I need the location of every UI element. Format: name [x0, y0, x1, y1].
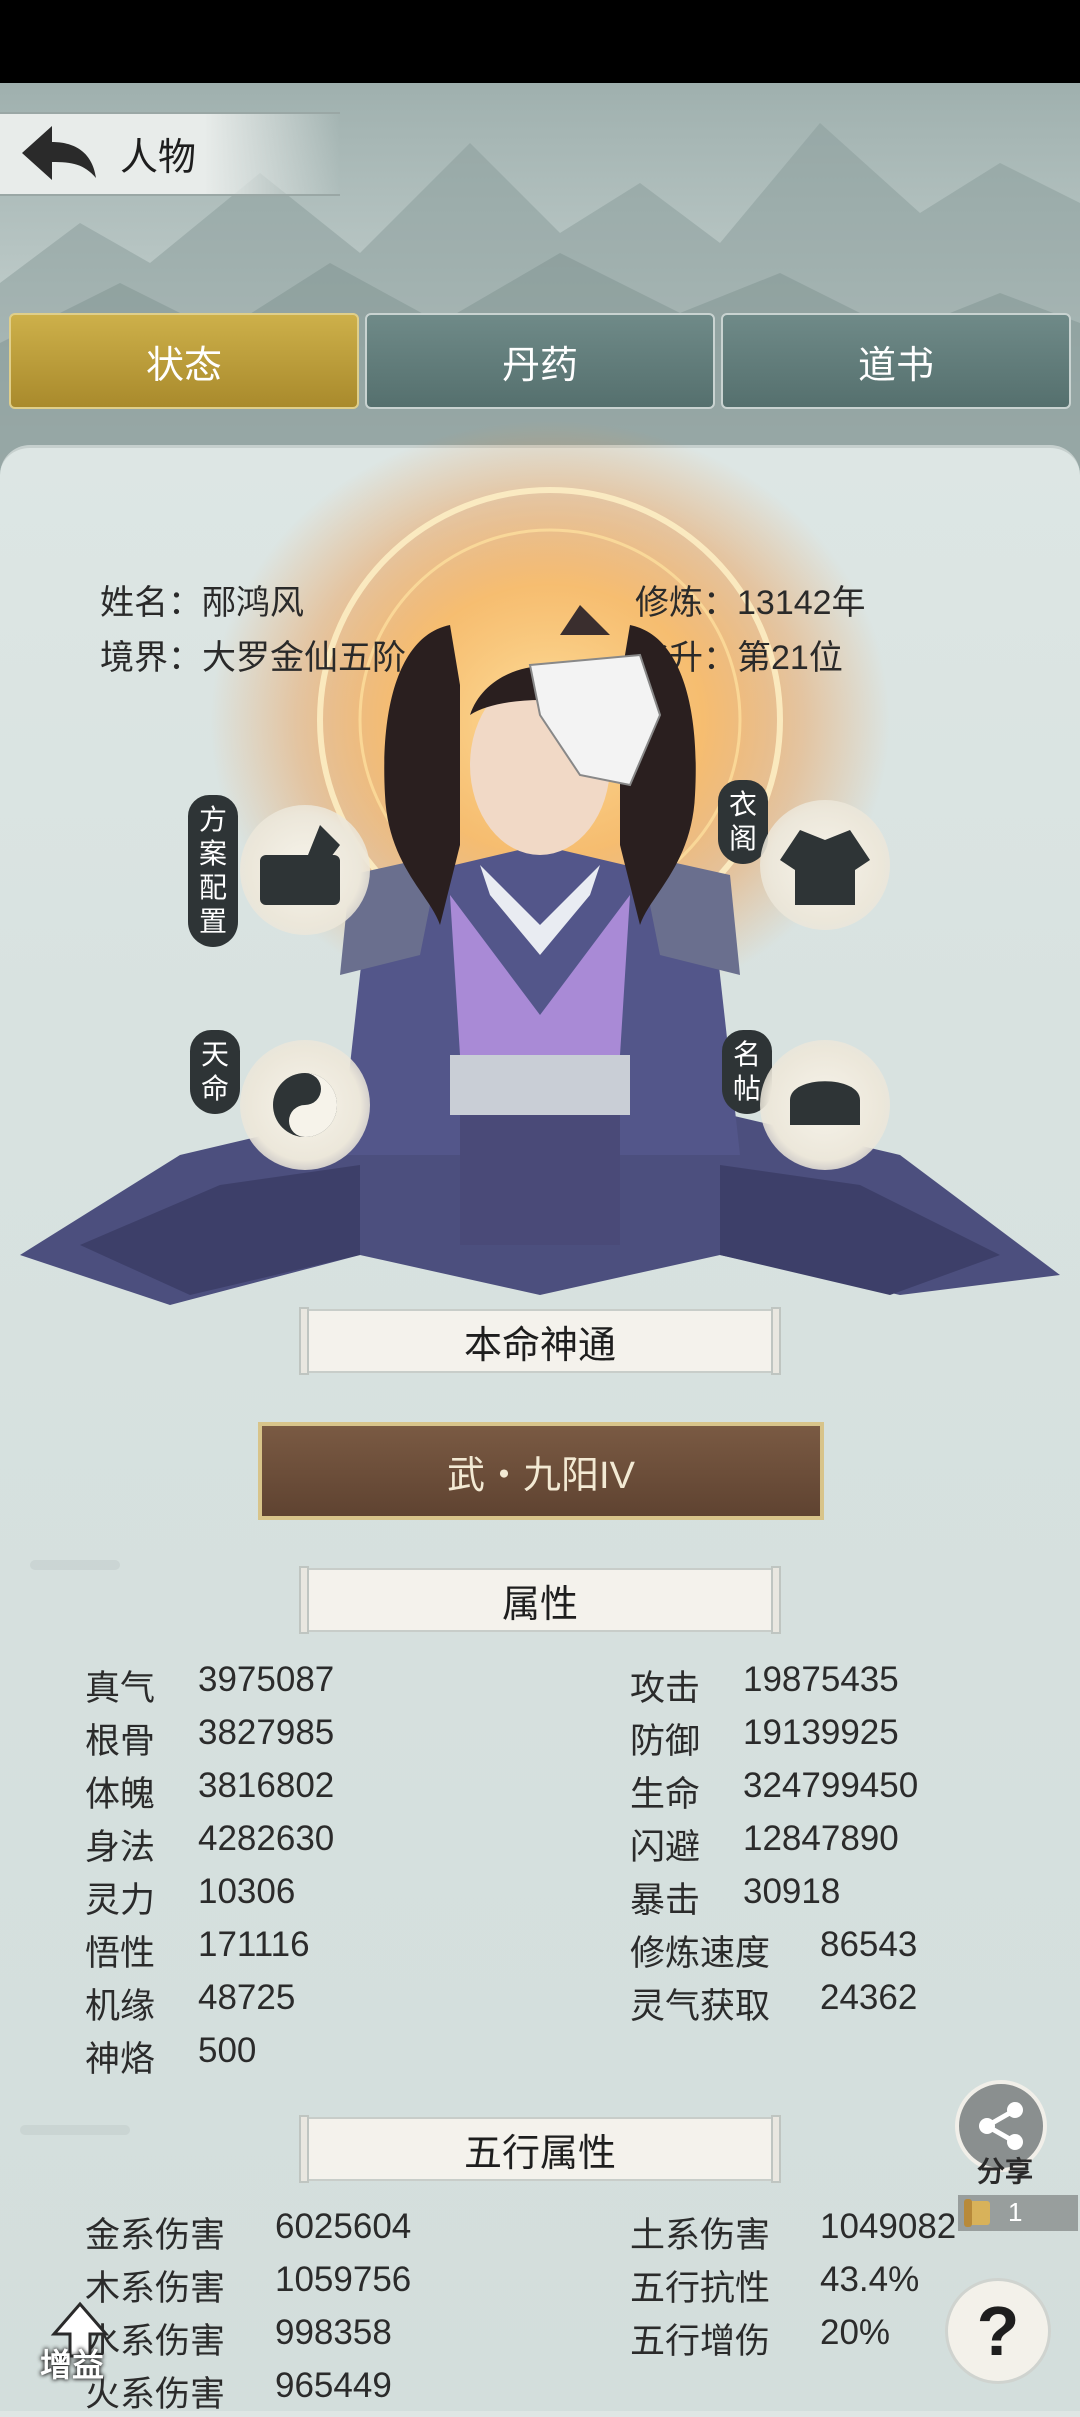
attr-value: 3975087 — [198, 1660, 335, 1699]
attr-value: 10306 — [198, 1872, 296, 1911]
fate-tag[interactable]: 天命 — [190, 1030, 240, 1114]
back-button[interactable] — [12, 118, 102, 188]
plan-config-button[interactable] — [240, 805, 370, 935]
scroll-count: 1 — [1008, 2197, 1023, 2227]
attr-value: 48725 — [198, 1978, 296, 2017]
cloud-ornament — [30, 1560, 120, 1570]
element-label: 五行增伤 — [630, 2322, 771, 2361]
status-bar — [0, 0, 1080, 83]
element-label: 金系伤害 — [85, 2216, 226, 2255]
attr-value: 19139925 — [743, 1713, 899, 1752]
attr-label: 修炼速度 — [630, 1934, 771, 1973]
element-value: 6025604 — [275, 2207, 412, 2246]
attr-label: 闪避 — [630, 1828, 701, 1867]
element-value: 1049082 — [820, 2207, 957, 2246]
attr-value: 19875435 — [743, 1660, 899, 1699]
attr-value: 3816802 — [198, 1766, 335, 1805]
attr-label: 防御 — [630, 1722, 701, 1761]
natal-skill-plate[interactable]: 武・九阳IV — [258, 1422, 824, 1520]
wardrobe-button[interactable] — [760, 800, 890, 930]
element-value: 998358 — [275, 2313, 392, 2352]
attr-label: 机缘 — [85, 1987, 156, 2026]
tab-status[interactable]: 状态 — [9, 313, 359, 409]
attr-label: 暴击 — [630, 1881, 701, 1920]
element-value: 43.4% — [820, 2260, 920, 2299]
attr-label: 根骨 — [85, 1722, 156, 1761]
attr-label: 悟性 — [85, 1934, 156, 1973]
attr-value: 171116 — [198, 1925, 310, 1964]
fate-button[interactable] — [240, 1040, 370, 1170]
element-value: 965449 — [275, 2366, 392, 2405]
attr-label: 攻击 — [630, 1669, 701, 1708]
attr-value: 24362 — [820, 1978, 918, 2017]
robe-icon — [780, 830, 870, 905]
help-button[interactable]: ? — [945, 2278, 1051, 2384]
attr-value: 500 — [198, 2031, 257, 2070]
scroll-icon — [962, 2197, 996, 2236]
attr-label: 灵力 — [85, 1881, 156, 1920]
scroll-reward-badge[interactable]: 1 — [958, 2195, 1078, 2231]
element-label: 土系伤害 — [630, 2216, 771, 2255]
tab-pills[interactable]: 丹药 — [365, 313, 715, 409]
character-portrait — [20, 595, 1060, 1365]
attr-value: 4282630 — [198, 1819, 335, 1858]
attr-label: 神烙 — [85, 2040, 156, 2079]
attr-value: 30918 — [743, 1872, 841, 1911]
element-value: 1059756 — [275, 2260, 412, 2299]
attr-label: 体魄 — [85, 1775, 156, 1814]
scroll-brush-icon — [260, 825, 340, 905]
back-arrow-icon — [22, 126, 96, 180]
plan-config-tag[interactable]: 方案配置 — [188, 795, 238, 947]
attr-label: 灵气获取 — [630, 1987, 771, 2026]
element-value: 20% — [820, 2313, 891, 2352]
attr-value: 12847890 — [743, 1819, 899, 1858]
name-card-button[interactable] — [760, 1040, 890, 1170]
element-label: 五行抗性 — [630, 2269, 771, 2308]
attr-value: 3827985 — [198, 1713, 335, 1752]
page-title: 人物 — [120, 137, 197, 179]
attr-label: 真气 — [85, 1669, 156, 1708]
attr-value: 86543 — [820, 1925, 918, 1964]
tab-books[interactable]: 道书 — [721, 313, 1071, 409]
attr-label: 生命 — [630, 1775, 701, 1814]
share-label[interactable]: 分享 — [955, 2150, 1055, 2190]
attr-value: 324799450 — [743, 1766, 919, 1805]
cloud-ornament — [20, 2125, 130, 2135]
five-elements-header: 五行属性 — [299, 2115, 781, 2183]
boost-label[interactable]: 增益 — [40, 2340, 104, 2386]
mask-icon — [790, 1081, 860, 1125]
yin-yang-icon — [273, 1073, 337, 1137]
attributes-header: 属性 — [299, 1566, 781, 1634]
natal-skill-header: 本命神通 — [299, 1307, 781, 1375]
attr-label: 身法 — [85, 1828, 156, 1867]
